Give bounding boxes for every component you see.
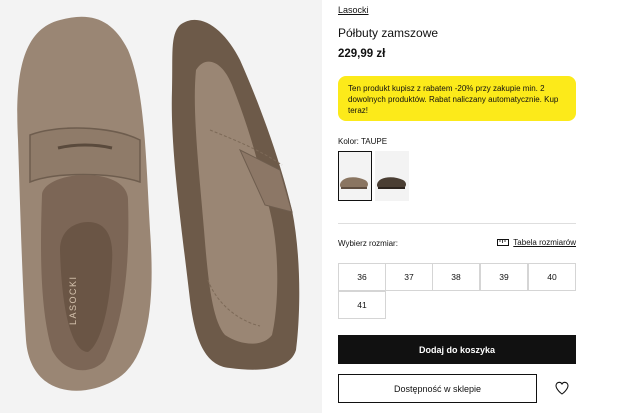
- product-image: LASOCKI: [0, 0, 322, 413]
- color-swatch-taupe[interactable]: [338, 151, 372, 201]
- size-label: Wybierz rozmiar:: [338, 239, 398, 248]
- size-option-37[interactable]: 37: [385, 263, 433, 291]
- size-option-41[interactable]: 41: [338, 291, 386, 319]
- size-table-label: Tabela rozmiarów: [513, 238, 576, 247]
- store-availability-button[interactable]: Dostępność w sklepie: [338, 374, 537, 403]
- size-option-39[interactable]: 39: [480, 263, 528, 291]
- color-swatch-brown[interactable]: [375, 151, 409, 201]
- ruler-icon: [497, 239, 510, 246]
- shoe-thumbnail-taupe: [339, 177, 368, 189]
- heart-icon[interactable]: [554, 380, 570, 396]
- size-option-40[interactable]: 40: [528, 263, 576, 291]
- product-info-panel: Lasocki Półbuty zamszowe 229,99 zł Ten p…: [338, 0, 578, 413]
- color-label: Kolor: TAUPE: [338, 137, 388, 146]
- promo-banner[interactable]: Ten produkt kupisz z rabatem -20% przy z…: [338, 76, 576, 121]
- product-title: Półbuty zamszowe: [338, 26, 439, 40]
- insole-logo: LASOCKI: [68, 275, 78, 325]
- shoe-side-view: [171, 19, 300, 370]
- shoe-thumbnail-brown: [376, 177, 406, 189]
- divider: [338, 223, 576, 224]
- size-option-38[interactable]: 38: [432, 263, 480, 291]
- size-option-36[interactable]: 36: [338, 263, 386, 291]
- product-price: 229,99 zł: [338, 48, 386, 60]
- promo-text: Ten produkt kupisz z rabatem -20% przy z…: [348, 84, 559, 115]
- brand-link[interactable]: Lasocki: [338, 5, 369, 15]
- shoe-top-view: LASOCKI: [17, 16, 152, 391]
- add-to-cart-button[interactable]: Dodaj do koszyka: [338, 335, 576, 364]
- size-table-link[interactable]: Tabela rozmiarów: [497, 238, 576, 247]
